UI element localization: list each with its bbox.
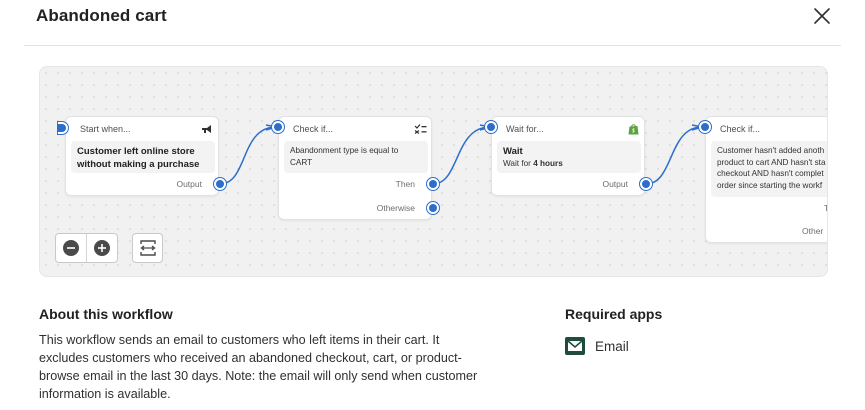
workflow-node-wait[interactable]: Wait for... Wait Wait for 4 hours Output — [491, 116, 645, 196]
required-app-item[interactable]: Email — [565, 337, 629, 355]
input-port[interactable] — [485, 121, 497, 133]
zoom-out-icon — [63, 240, 80, 256]
otherwise-port[interactable] — [427, 202, 439, 214]
modal-header: Abandoned cart — [0, 0, 865, 46]
node-body-title: Wait — [503, 146, 523, 157]
megaphone-icon — [200, 122, 214, 136]
node-text-line: Customer hasn't added anoth — [717, 146, 825, 155]
zoom-in-icon — [94, 240, 111, 256]
node-body: Wait Wait for 4 hours — [497, 141, 641, 173]
zoom-in-button[interactable] — [86, 234, 117, 262]
then-label: T — [824, 203, 827, 213]
node-text-line: CART — [290, 157, 313, 167]
input-port[interactable] — [272, 121, 284, 133]
about-workflow-description: This workflow sends an email to customer… — [39, 333, 478, 401]
then-label: Then — [395, 179, 415, 189]
fit-to-screen-button[interactable] — [132, 233, 163, 263]
close-button[interactable] — [811, 5, 833, 27]
modal-title: Abandoned cart — [36, 6, 167, 25]
node-header: Check if... — [720, 124, 761, 134]
otherwise-label: Otherwise — [376, 203, 415, 213]
output-label: Output — [602, 179, 628, 189]
app-name: Email — [595, 338, 629, 354]
header-divider — [24, 45, 841, 46]
workflow-node-condition-2[interactable]: Check if... Customer hasn't added anoth … — [705, 116, 827, 243]
node-text-line: Abandonment type is equal to — [290, 146, 399, 155]
node-body: Customer hasn't added anoth product to c… — [711, 141, 827, 197]
then-port[interactable] — [427, 178, 439, 190]
output-port[interactable] — [214, 178, 226, 190]
node-text-line: order since starting the workf — [717, 180, 823, 190]
node-body: Customer left online store without makin… — [71, 141, 215, 173]
node-header: Wait for... — [506, 124, 544, 134]
required-apps-heading: Required apps — [565, 306, 663, 322]
node-text-line: Wait for — [503, 159, 534, 168]
wait-duration: 4 hours — [533, 159, 563, 168]
otherwise-label: Other — [802, 226, 824, 236]
close-icon — [814, 8, 830, 24]
workflow-node-trigger[interactable]: Start when... Customer left online store… — [65, 116, 219, 196]
fit-to-screen-icon — [139, 240, 156, 256]
node-body: Abandonment type is equal to CART — [284, 141, 428, 173]
about-workflow-heading: About this workflow — [39, 306, 173, 322]
zoom-out-button[interactable] — [56, 234, 86, 262]
email-app-icon — [565, 337, 585, 355]
node-header: Start when... — [80, 124, 131, 134]
workflow-canvas[interactable]: Start when... Customer left online store… — [39, 66, 828, 277]
input-port[interactable] — [699, 121, 711, 133]
output-label: Output — [176, 179, 202, 189]
output-port[interactable] — [640, 178, 652, 190]
node-text-line: Customer left online store — [77, 146, 195, 157]
node-header: Check if... — [293, 124, 334, 134]
node-text-line: without making a purchase — [77, 159, 200, 170]
zoom-controls — [55, 233, 118, 263]
checklist-icon — [413, 122, 427, 136]
node-text-line: product to cart AND hasn't sta — [717, 157, 826, 167]
workflow-node-condition[interactable]: Check if... Abandonment type is equal to… — [278, 116, 432, 220]
node-text-line: checkout AND hasn't complet — [717, 169, 824, 178]
shopify-bag-icon — [626, 122, 640, 136]
